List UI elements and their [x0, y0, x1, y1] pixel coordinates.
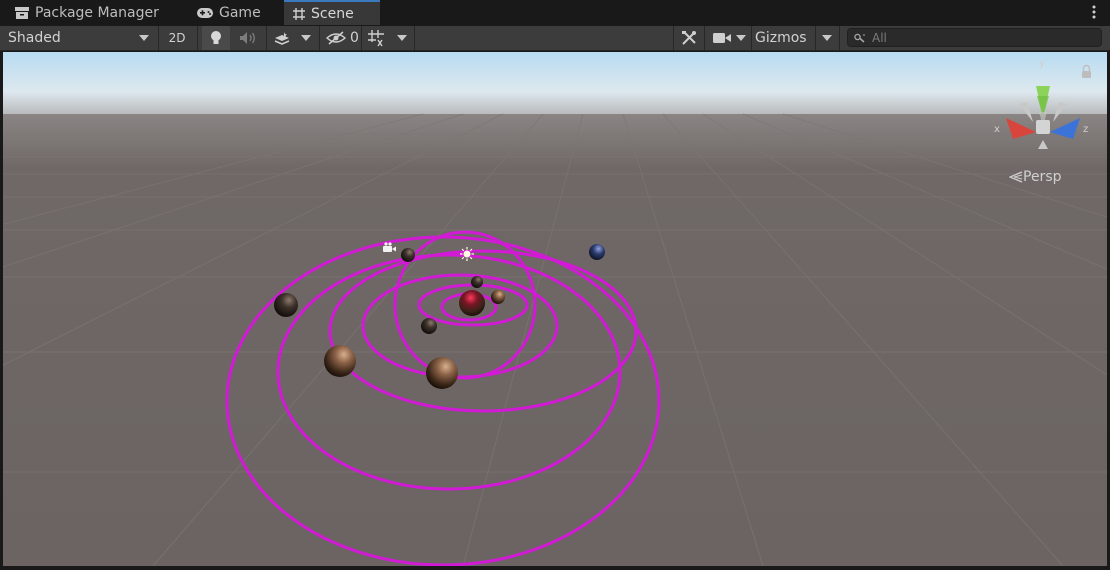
tab-label: Package Manager — [35, 4, 159, 21]
chevron-down-icon — [301, 35, 311, 41]
scene-toolbar: Shaded 2D 0 Gizmos — [0, 26, 1110, 51]
projection-toggle[interactable]: Persp — [1009, 169, 1062, 185]
chevron-down-icon — [822, 35, 832, 41]
tab-scene[interactable]: Scene — [284, 0, 380, 25]
tools-toggle[interactable] — [676, 26, 702, 50]
planet-sphere[interactable] — [589, 244, 605, 260]
search-input[interactable] — [866, 30, 1092, 45]
audio-toggle[interactable] — [233, 26, 263, 50]
more-options-icon[interactable] — [1092, 5, 1096, 19]
planet-sphere[interactable] — [471, 276, 483, 288]
toolbar-divider — [266, 26, 267, 50]
lighting-toggle[interactable] — [202, 26, 230, 50]
toolbar-divider — [197, 26, 198, 50]
gizmos-toggle[interactable]: Gizmos — [753, 26, 815, 50]
planet-sphere[interactable] — [274, 293, 298, 317]
effects-toggle[interactable] — [270, 26, 294, 50]
grid-snap-icon — [368, 30, 384, 47]
toolbar-divider — [414, 26, 415, 50]
draw-mode-label: Shaded — [8, 30, 61, 46]
gizmo-y-label: y — [1039, 58, 1045, 69]
sun-sphere[interactable] — [459, 290, 485, 316]
grid-hash-icon — [293, 7, 305, 20]
toolbar-divider — [704, 26, 705, 50]
tab-bar: Package Manager Game Scene — [0, 0, 1110, 26]
eye-hidden-icon — [326, 31, 346, 45]
layers-effects-icon — [274, 32, 290, 45]
lightbulb-icon — [211, 31, 221, 44]
tab-label: Game — [219, 4, 261, 21]
tools-wrench-icon — [682, 31, 696, 45]
camera-settings-dropdown[interactable] — [708, 26, 750, 50]
grid-dropdown[interactable] — [392, 26, 412, 50]
2d-label: 2D — [168, 31, 186, 45]
video-camera-icon — [713, 33, 731, 43]
package-icon — [15, 6, 29, 19]
hidden-count: 0 — [350, 30, 359, 46]
directional-light-icon[interactable] — [460, 247, 474, 261]
perspective-icon — [1009, 171, 1023, 183]
hidden-objects-toggle[interactable]: 0 — [322, 26, 360, 50]
scene-canvas[interactable] — [3, 52, 1107, 566]
toolbar-divider — [751, 26, 752, 50]
tab-label: Scene — [311, 5, 354, 22]
search-icon — [854, 33, 865, 43]
gamepad-icon — [197, 7, 213, 18]
gizmo-x-label: x — [994, 124, 1000, 135]
sky — [3, 52, 1107, 124]
planet-sphere[interactable] — [324, 345, 356, 377]
toolbar-divider — [319, 26, 320, 50]
gizmo-center-cube[interactable] — [1036, 120, 1050, 134]
speaker-icon — [240, 32, 255, 44]
scene-viewport[interactable]: y x z Persp — [3, 52, 1107, 566]
projection-label: Persp — [1023, 169, 1062, 185]
draw-mode-dropdown[interactable]: Shaded — [0, 26, 155, 50]
chevron-down-icon — [736, 35, 746, 41]
tab-game[interactable]: Game — [190, 0, 280, 25]
grid-toggle[interactable] — [364, 26, 388, 50]
tab-package-manager[interactable]: Package Manager — [8, 0, 188, 25]
effects-dropdown[interactable] — [296, 26, 316, 50]
toolbar-divider — [361, 26, 362, 50]
chevron-down-icon — [139, 35, 149, 41]
planet-sphere[interactable] — [401, 248, 415, 262]
ground-plane — [3, 114, 1107, 566]
2d-toggle[interactable]: 2D — [162, 26, 192, 50]
chevron-down-icon — [397, 35, 407, 41]
planet-sphere[interactable] — [426, 357, 458, 389]
toolbar-divider — [839, 26, 840, 50]
hierarchy-search[interactable] — [847, 28, 1102, 47]
toolbar-divider — [673, 26, 674, 50]
gizmo-z-label: z — [1083, 124, 1089, 135]
planet-sphere[interactable] — [491, 290, 505, 304]
gizmos-dropdown[interactable] — [816, 26, 838, 50]
toolbar-divider — [158, 26, 159, 50]
planet-sphere[interactable] — [421, 318, 437, 334]
gizmos-label: Gizmos — [755, 30, 807, 46]
